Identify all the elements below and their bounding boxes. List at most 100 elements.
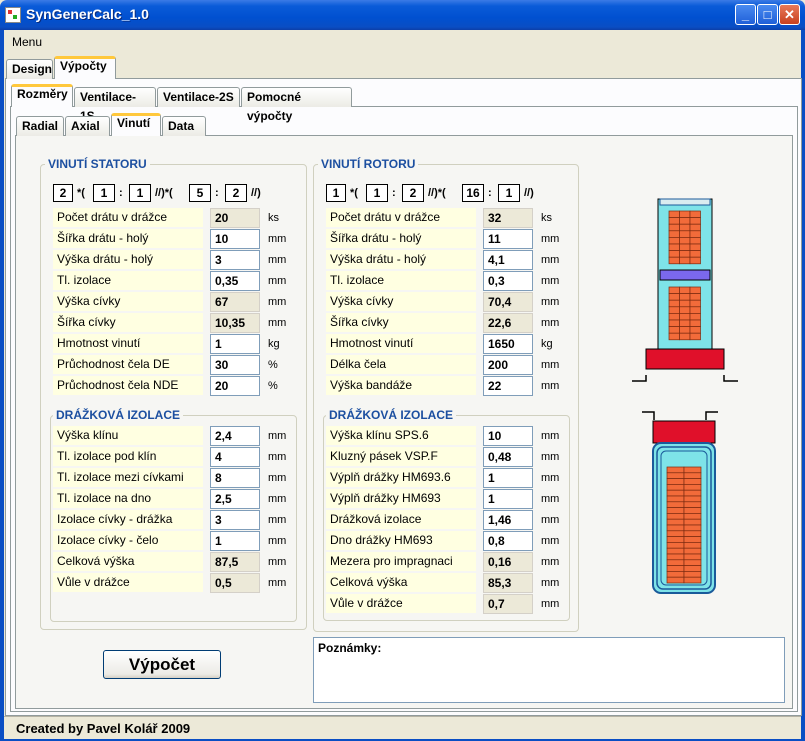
minimize-button[interactable]: _ <box>735 4 756 25</box>
stator-iso-vyska-klinu-field[interactable]: 2,4 <box>210 426 260 446</box>
rotor-ratio-box[interactable]: 16 <box>462 184 484 202</box>
stator-ratio-sep: : <box>215 187 219 199</box>
stator-iso-tl-izolace-pod-klin-label: Tl. izolace pod klín <box>53 447 203 466</box>
stator-vyska-dratu-holy-field[interactable]: 3 <box>210 250 260 270</box>
coil-conductor <box>679 210 691 218</box>
stator-sirka-dratu-holy-unit: mm <box>268 233 287 245</box>
coil-conductor <box>683 466 702 474</box>
rotor-sirka-dratu-holy-field[interactable]: 11 <box>483 229 533 249</box>
stator-iso-tl-izolace-na-dno-field[interactable]: 2,5 <box>210 489 260 509</box>
rotor-ratio-box[interactable]: 1 <box>326 184 346 202</box>
tab-data[interactable]: Data <box>162 116 206 136</box>
rotor-iso-vypln-drazky-hm693-field[interactable]: 1 <box>483 489 533 509</box>
tab-ventilace-1s[interactable]: Ventilace-1S <box>74 87 156 123</box>
rotor-hmotnost-vinuti-field[interactable]: 1650 <box>483 334 533 354</box>
status-text: Created by Pavel Kolář 2009 <box>16 721 191 736</box>
stator-iso-tl-izolace-mezi-civkami-field[interactable]: 8 <box>210 468 260 488</box>
rotor-vyska-civky-label: Výška cívky <box>326 292 476 311</box>
coil-conductor <box>683 518 702 526</box>
stator-tl-izolace-field[interactable]: 0,35 <box>210 271 260 291</box>
coil-conductor <box>666 472 685 479</box>
calculate-button[interactable]: Výpočet <box>103 650 221 679</box>
rotor-iso-kluzny-pasek-vsp-f-label: Kluzný pásek VSP.F <box>326 447 476 466</box>
coil-conductor <box>683 565 702 572</box>
menu-item-menu[interactable]: Menu <box>12 35 42 49</box>
stator-pocet-dratu-v-drazce-field: 20 <box>210 208 260 228</box>
tab-vypocty[interactable]: Výpočty <box>54 56 116 79</box>
tab-design[interactable]: Design <box>6 59 53 79</box>
coil-conductor <box>683 507 702 514</box>
stator-iso-izolace-civky-celo-unit: mm <box>268 535 287 547</box>
rotor-iso-vyska-klinu-sps-6-unit: mm <box>541 430 560 442</box>
stator-ratio-box[interactable]: 1 <box>129 184 151 202</box>
rotor-sirka-civky-label: Šířka cívky <box>326 313 476 332</box>
stator-sirka-civky-label: Šířka cívky <box>53 313 203 332</box>
coil-conductor <box>679 237 691 245</box>
stator-iso-vyska-klinu-unit: mm <box>268 430 287 442</box>
rotor-ratio-box[interactable]: 1 <box>366 184 388 202</box>
stator-insulation-title: DRÁŽKOVÁ IZOLACE <box>53 408 183 422</box>
rotor-iso-vypln-drazky-hm693-6-field[interactable]: 1 <box>483 468 533 488</box>
stator-sirka-dratu-holy-field[interactable]: 10 <box>210 229 260 249</box>
tab-ventilace-2s[interactable]: Ventilace-2S <box>157 87 240 107</box>
stator-pruchodnost-cela-de-field[interactable]: 30 <box>210 355 260 375</box>
rotor-ratio-box[interactable]: 1 <box>498 184 520 202</box>
stator-iso-izolace-civky-celo-label: Izolace cívky - čelo <box>53 531 203 550</box>
coil-conductor <box>666 542 685 549</box>
rotor-iso-celkova-vyska-field: 85,3 <box>483 573 533 593</box>
tab-radial[interactable]: Radial <box>16 116 64 136</box>
stator-hmotnost-vinuti-label: Hmotnost vinutí <box>53 334 203 353</box>
rotor-vyska-bandaze-field[interactable]: 22 <box>483 376 533 396</box>
rotor-tl-izolace-field[interactable]: 0,3 <box>483 271 533 291</box>
coil-conductor <box>679 293 691 301</box>
app-icon <box>5 7 21 23</box>
stator-iso-izolace-civky-drazka-field[interactable]: 3 <box>210 510 260 530</box>
coil-conductor <box>683 489 702 497</box>
maximize-button[interactable]: □ <box>757 4 778 25</box>
stator-ratio-box[interactable]: 5 <box>189 184 211 202</box>
stator-iso-vule-v-drazce-label: Vůle v drážce <box>53 573 203 592</box>
stator-ratio-box[interactable]: 2 <box>53 184 73 202</box>
stator-tl-izolace-unit: mm <box>268 275 287 287</box>
tab-rozmery[interactable]: Rozměry <box>11 84 73 107</box>
notes-textarea[interactable] <box>313 637 785 703</box>
stator-iso-tl-izolace-pod-klin-field[interactable]: 4 <box>210 447 260 467</box>
stator-pruchodnost-cela-nde-field[interactable]: 20 <box>210 376 260 396</box>
rotor-delka-cela-field[interactable]: 200 <box>483 355 533 375</box>
stator-ratio-box[interactable]: 2 <box>225 184 247 202</box>
coil-conductor <box>666 530 685 537</box>
stator-iso-izolace-civky-celo-field[interactable]: 1 <box>210 531 260 551</box>
coil-conductor <box>683 576 702 584</box>
stator-sirka-dratu-holy-label: Šířka drátu - holý <box>53 229 203 248</box>
rotor-iso-vypln-drazky-hm693-6-unit: mm <box>541 472 560 484</box>
coil-conductor <box>689 286 701 294</box>
rotor-pocet-dratu-v-drazce-unit: ks <box>541 212 552 224</box>
stator-iso-vyska-klinu-label: Výška klínu <box>53 426 203 445</box>
tab-axial[interactable]: Axial <box>65 116 110 136</box>
rotor-sirka-civky-unit: mm <box>541 317 560 329</box>
rotor-winding-title: VINUTÍ ROTORU <box>318 157 419 171</box>
coil-conductor <box>679 319 691 327</box>
coil-conductor <box>666 489 685 497</box>
rotor-iso-celkova-vyska-label: Celková výška <box>326 573 476 592</box>
coil-conductor <box>683 478 702 485</box>
rotor-sirka-dratu-holy-label: Šířka drátu - holý <box>326 229 476 248</box>
rotor-iso-kluzny-pasek-vsp-f-field[interactable]: 0,48 <box>483 447 533 467</box>
rotor-iso-vyska-klinu-sps-6-field[interactable]: 10 <box>483 426 533 446</box>
rotor-hmotnost-vinuti-label: Hmotnost vinutí <box>326 334 476 353</box>
tab-vinuti[interactable]: Vinutí <box>111 113 161 136</box>
coil-conductor <box>689 313 701 321</box>
close-button[interactable]: ✕ <box>779 4 800 25</box>
rotor-vyska-dratu-holy-field[interactable]: 4,1 <box>483 250 533 270</box>
rotor-ratio-box[interactable]: 2 <box>402 184 424 202</box>
stator-hmotnost-vinuti-field[interactable]: 1 <box>210 334 260 354</box>
stator-ratio-box[interactable]: 1 <box>93 184 115 202</box>
coil-conductor <box>689 319 701 327</box>
rotor-vyska-bandaze-unit: mm <box>541 380 560 392</box>
menu-bar <box>4 30 801 52</box>
window-frame-left <box>0 30 4 741</box>
rotor-iso-dno-drazky-hm693-field[interactable]: 0,8 <box>483 531 533 551</box>
coil-conductor <box>679 223 691 232</box>
tab-pomocne-vypocty[interactable]: Pomocné výpočty <box>241 87 352 123</box>
rotor-iso-drazkova-izolace-field[interactable]: 1,46 <box>483 510 533 530</box>
